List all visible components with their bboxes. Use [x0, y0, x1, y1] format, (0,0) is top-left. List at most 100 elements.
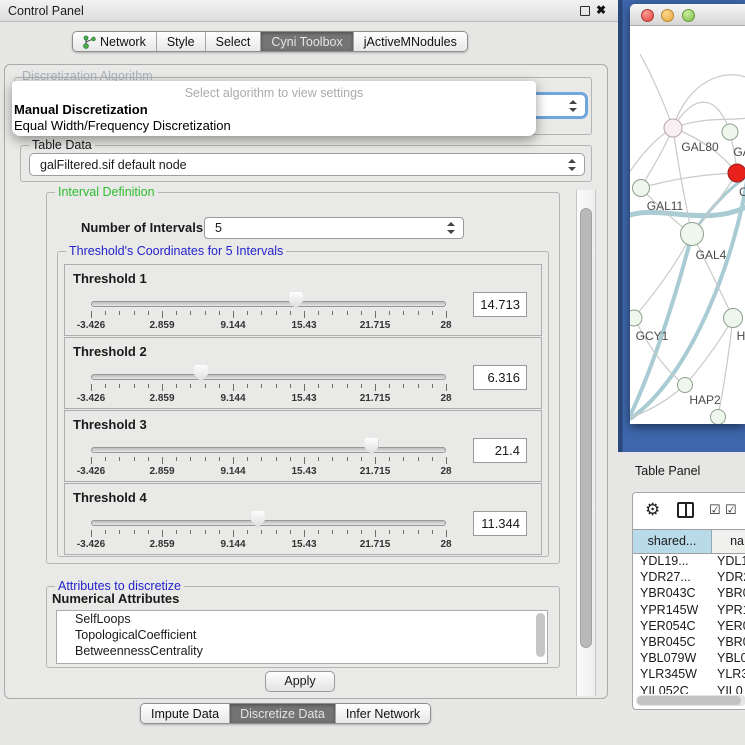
tab-label: Style: [167, 35, 195, 49]
table-row[interactable]: YPR145WYPR1: [633, 603, 745, 619]
table-data-combobox[interactable]: galFiltered.sif default node: [29, 153, 585, 176]
table-row[interactable]: YDR27...YDR2: [633, 570, 745, 586]
slider-track[interactable]: [91, 374, 446, 380]
network-node[interactable]: [728, 164, 745, 182]
tab-select[interactable]: Select: [206, 32, 262, 51]
table-row[interactable]: YIL052CYIL0: [633, 684, 745, 695]
threshold-row: Threshold 1-3.4262.8599.14415.4321.71528…: [64, 264, 542, 336]
slider-tick-labels: -3.4262.8599.14415.4321.71528: [91, 539, 446, 551]
table-row[interactable]: YDL19...YDL1: [633, 554, 745, 570]
tick-mark: [347, 530, 348, 534]
tab-cyni-toolbox[interactable]: Cyni Toolbox: [261, 32, 353, 51]
checkbox-icon[interactable]: ☑: [709, 502, 721, 518]
network-node[interactable]: [678, 378, 693, 393]
tick-mark: [119, 384, 120, 388]
network-canvas[interactable]: GAL80GAGAL11GAL4GCY1HHAP2C: [630, 26, 745, 424]
table-row[interactable]: YLR345WYLR3: [633, 667, 745, 683]
table-row[interactable]: YBR043CYBR0: [633, 586, 745, 602]
network-edge[interactable]: [640, 54, 673, 128]
cell-shared-name: YLR345W: [640, 667, 697, 681]
tick-mark: [276, 530, 277, 534]
tick-mark: [332, 457, 333, 461]
tick-mark: [91, 311, 92, 318]
close-traffic-light-icon[interactable]: [641, 9, 654, 22]
tab-style[interactable]: Style: [157, 32, 206, 51]
tab-label: Cyni Toolbox: [271, 35, 342, 49]
network-node[interactable]: [681, 223, 704, 246]
tick-mark: [318, 384, 319, 388]
network-edge[interactable]: [692, 234, 733, 318]
popup-item-manual-discretization[interactable]: Manual Discretization: [12, 102, 536, 118]
tick-mark: [190, 384, 191, 388]
close-icon[interactable]: ✖: [596, 3, 606, 17]
tick-mark: [176, 384, 177, 388]
checkbox-icon[interactable]: ☑: [725, 502, 737, 518]
columns-icon[interactable]: [677, 502, 694, 518]
minimize-traffic-light-icon[interactable]: [661, 9, 674, 22]
threshold-value-field[interactable]: 6.316: [473, 365, 527, 390]
scrollbar-thumb[interactable]: [637, 696, 741, 705]
zoom-traffic-light-icon[interactable]: [682, 9, 695, 22]
threshold-value-field[interactable]: 11.344: [473, 511, 527, 536]
tick-mark: [119, 311, 120, 315]
network-edge[interactable]: [641, 173, 737, 188]
column-header-shared[interactable]: shared...: [633, 530, 712, 553]
tick-mark: [318, 457, 319, 461]
cell-name: YPR1: [717, 603, 745, 617]
control-panel-titlebar: Control Panel ✖: [0, 0, 618, 22]
network-node[interactable]: [711, 410, 726, 425]
network-edge[interactable]: [634, 234, 692, 318]
threshold-row: Threshold 2 -3.4262.8599.14415.4321.71528…: [64, 337, 542, 409]
slider-tick-labels: -3.4262.8599.14415.4321.71528: [91, 393, 446, 405]
tab-infer-network[interactable]: Infer Network: [336, 704, 430, 723]
threshold-value-field[interactable]: 14.713: [473, 292, 527, 317]
tick-mark: [134, 384, 135, 388]
tab-jactivemnodules[interactable]: jActiveMNodules: [354, 32, 467, 51]
cell-name: YDR2: [717, 570, 745, 584]
table-horizontal-scrollbar[interactable]: [636, 695, 745, 706]
network-node[interactable]: [664, 119, 682, 137]
tick-mark: [361, 384, 362, 388]
table-row[interactable]: YER054CYER0: [633, 619, 745, 635]
number-of-intervals-spinner[interactable]: 5: [204, 217, 464, 239]
cell-name: YBL0: [717, 651, 745, 665]
node-label: GAL11: [647, 199, 684, 213]
threshold-value-field[interactable]: 21.4: [473, 438, 527, 463]
network-node[interactable]: [630, 310, 642, 326]
network-node[interactable]: [722, 124, 738, 140]
network-edge[interactable]: [641, 128, 673, 188]
tab-discretize-data[interactable]: Discretize Data: [230, 704, 336, 723]
tick-mark: [403, 457, 404, 461]
threshold-row: Threshold 4-3.4262.8599.14415.4321.71528…: [64, 483, 542, 555]
table-row[interactable]: YBR045CYBR0: [633, 635, 745, 651]
tick-mark: [205, 311, 206, 315]
threshold-label: Threshold 2: [73, 344, 147, 359]
column-header-name[interactable]: na: [712, 530, 745, 553]
tick-mark: [190, 457, 191, 461]
list-item[interactable]: SelfLoops: [57, 611, 547, 627]
list-item[interactable]: BetweennessCentrality: [57, 643, 547, 659]
float-window-icon[interactable]: [580, 6, 590, 16]
tick-label: 28: [440, 393, 451, 404]
list-item[interactable]: TopologicalCoefficient: [57, 627, 547, 643]
tab-network[interactable]: Network: [73, 32, 157, 51]
scrollbar-thumb[interactable]: [580, 208, 592, 648]
apply-button[interactable]: Apply: [265, 671, 335, 692]
numerical-attributes-list[interactable]: SelfLoopsTopologicalCoefficientBetweenne…: [56, 610, 548, 664]
gear-icon[interactable]: ⚙: [645, 500, 660, 520]
tick-mark: [148, 530, 149, 534]
tab-impute-data[interactable]: Impute Data: [141, 704, 230, 723]
network-node[interactable]: [724, 309, 743, 328]
tab-label: Select: [216, 35, 251, 49]
list-scrollbar[interactable]: [536, 613, 545, 657]
cell-name: YER0: [717, 619, 745, 633]
panel-vertical-scrollbar[interactable]: [576, 190, 596, 696]
slider-track[interactable]: [91, 301, 446, 307]
network-node[interactable]: [633, 180, 650, 197]
slider-track[interactable]: [91, 520, 446, 526]
popup-placeholder-item[interactable]: Select algorithm to view settings: [12, 84, 536, 102]
table-data-group: Table Data galFiltered.sif default node: [20, 145, 592, 182]
slider-track[interactable]: [91, 447, 446, 453]
popup-item-equal-width-frequency[interactable]: Equal Width/Frequency Discretization: [12, 118, 536, 134]
table-row[interactable]: YBL079WYBL0: [633, 651, 745, 667]
